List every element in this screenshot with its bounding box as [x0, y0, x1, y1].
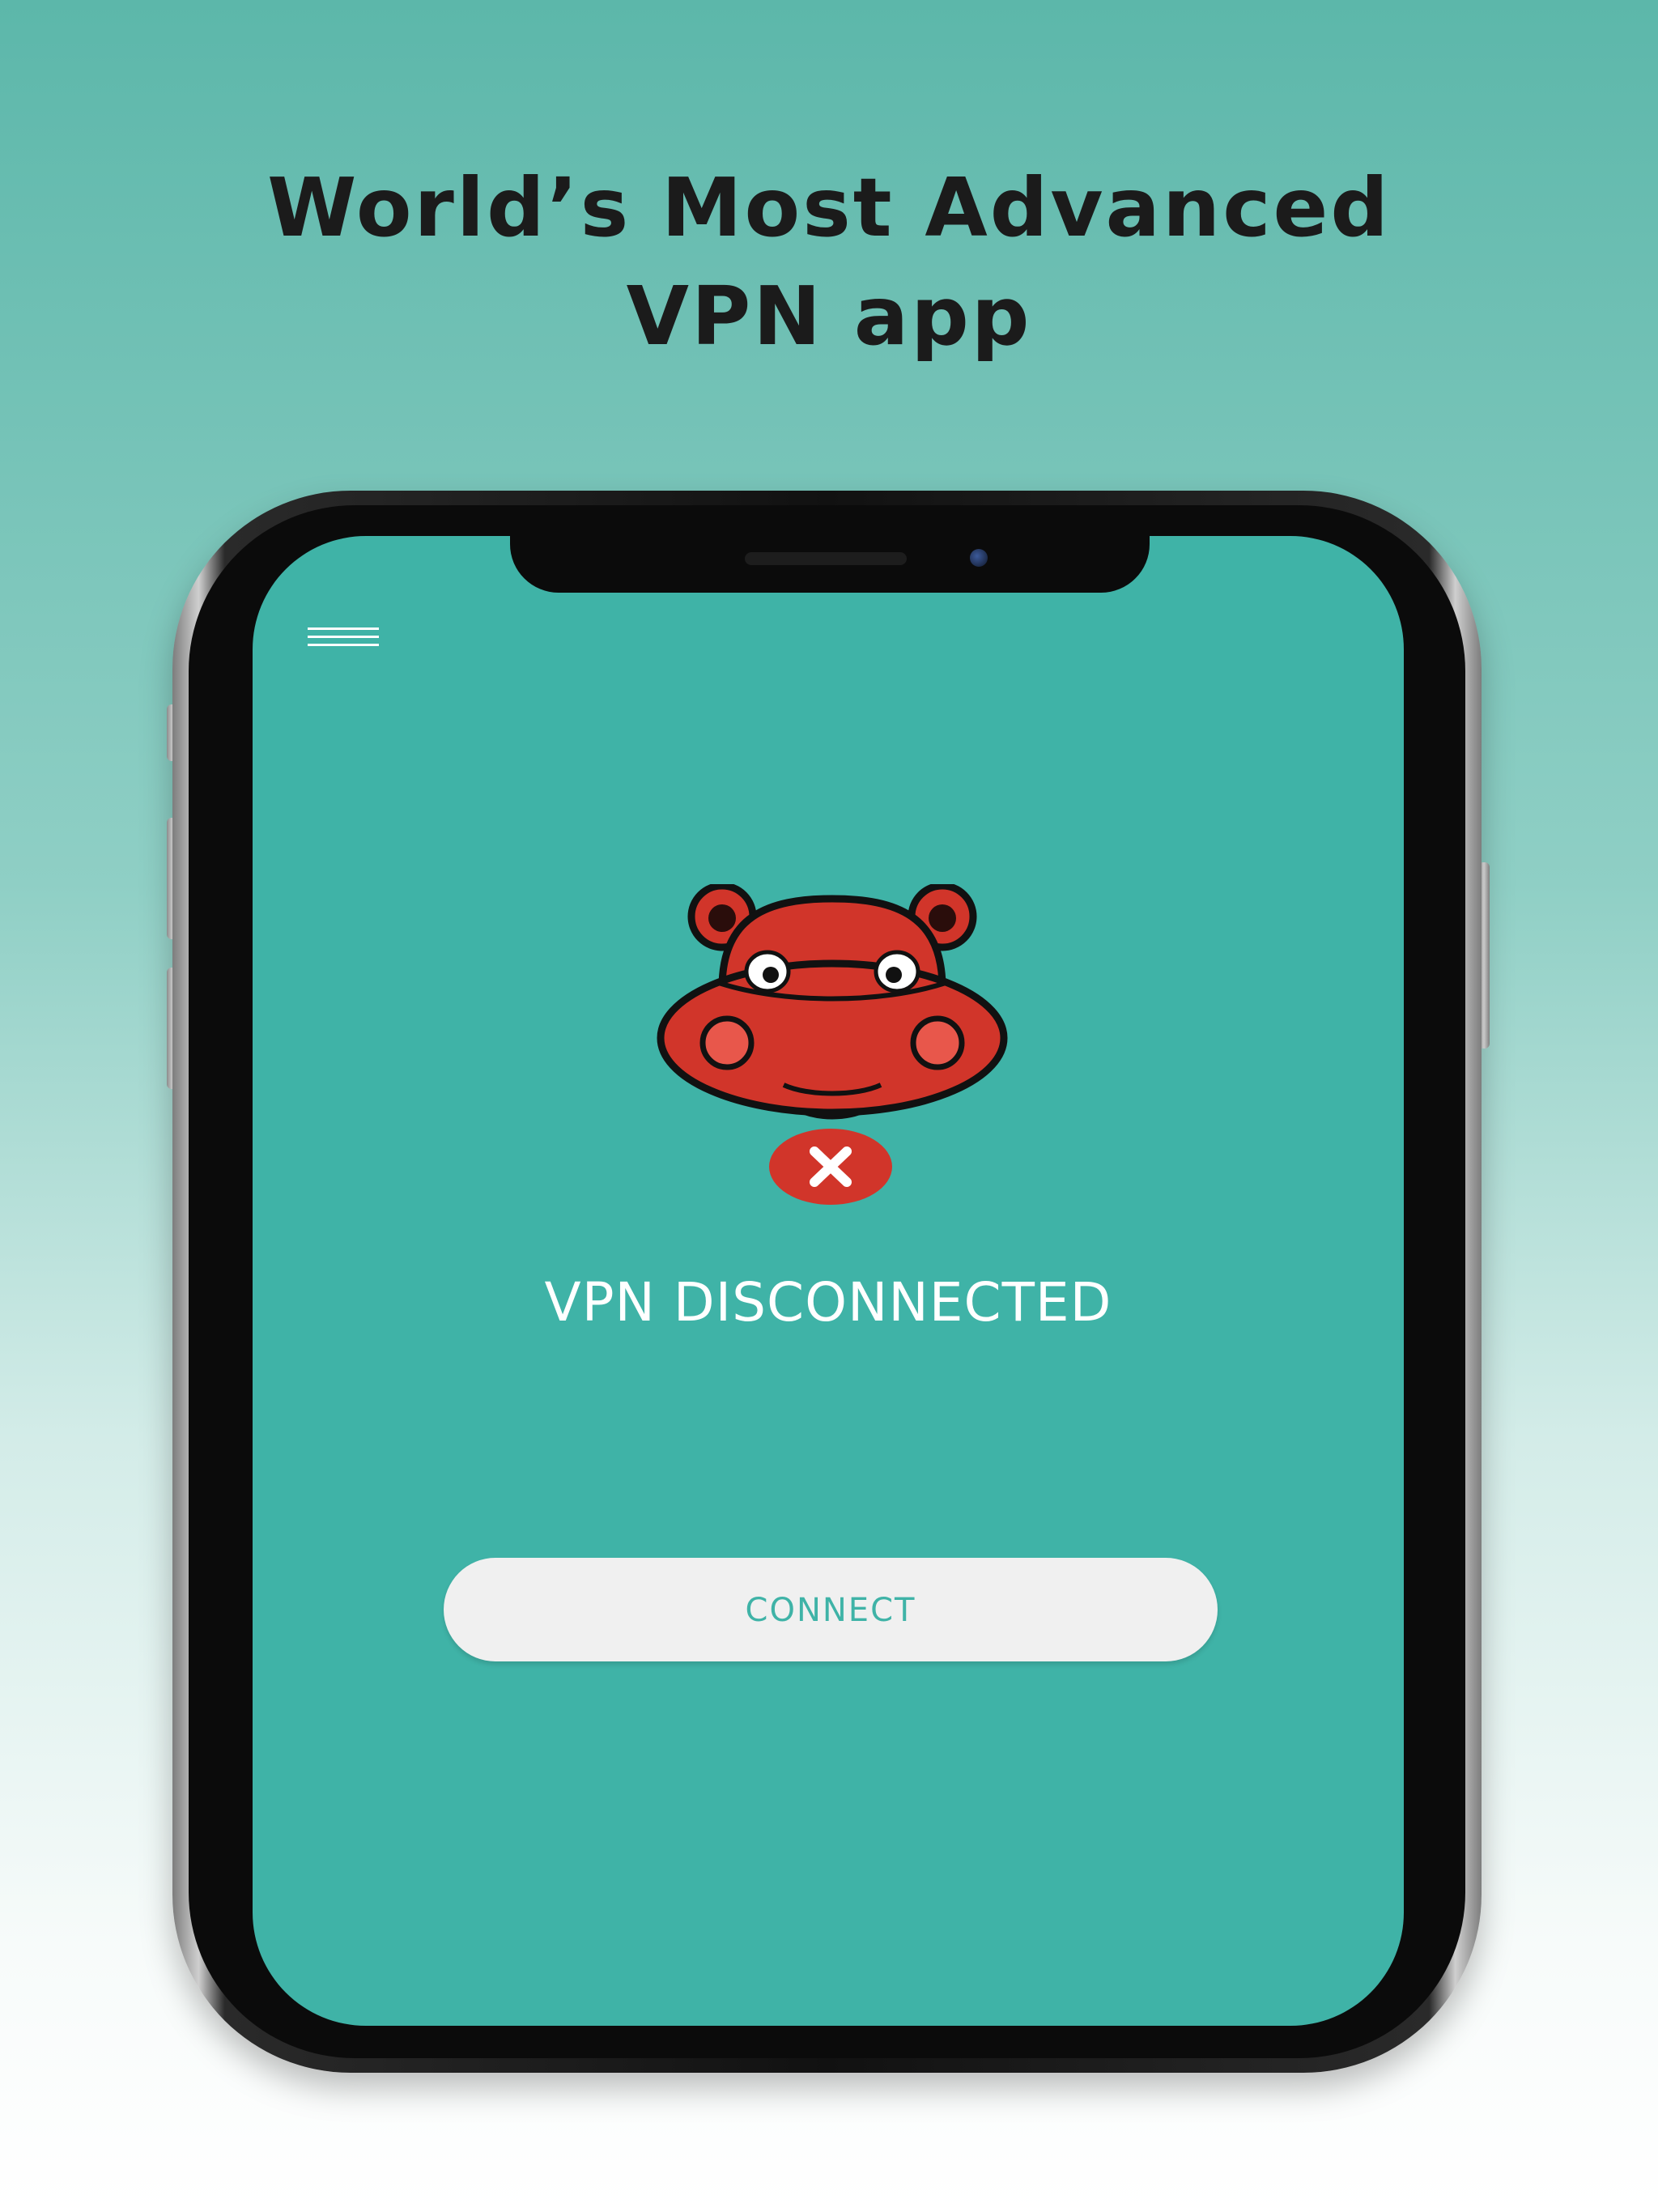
connect-button[interactable]: CONNECT	[444, 1558, 1218, 1661]
phone-notch	[510, 536, 1150, 593]
hippo-mascot-icon	[657, 884, 1008, 1120]
app-screen: VPN DISCONNECTED CONNECT	[253, 536, 1404, 2026]
close-x-icon	[769, 1129, 892, 1205]
earpiece-speaker	[745, 552, 907, 565]
vpn-status-text: VPN DISCONNECTED	[544, 1271, 1112, 1334]
headline-line-2: VPN app	[626, 269, 1032, 364]
promo-headline: World’s Most Advanced VPN app	[0, 154, 1658, 371]
hamburger-menu-icon[interactable]	[308, 621, 379, 653]
front-camera	[970, 549, 988, 567]
headline-line-1: World’s Most Advanced	[267, 160, 1391, 255]
